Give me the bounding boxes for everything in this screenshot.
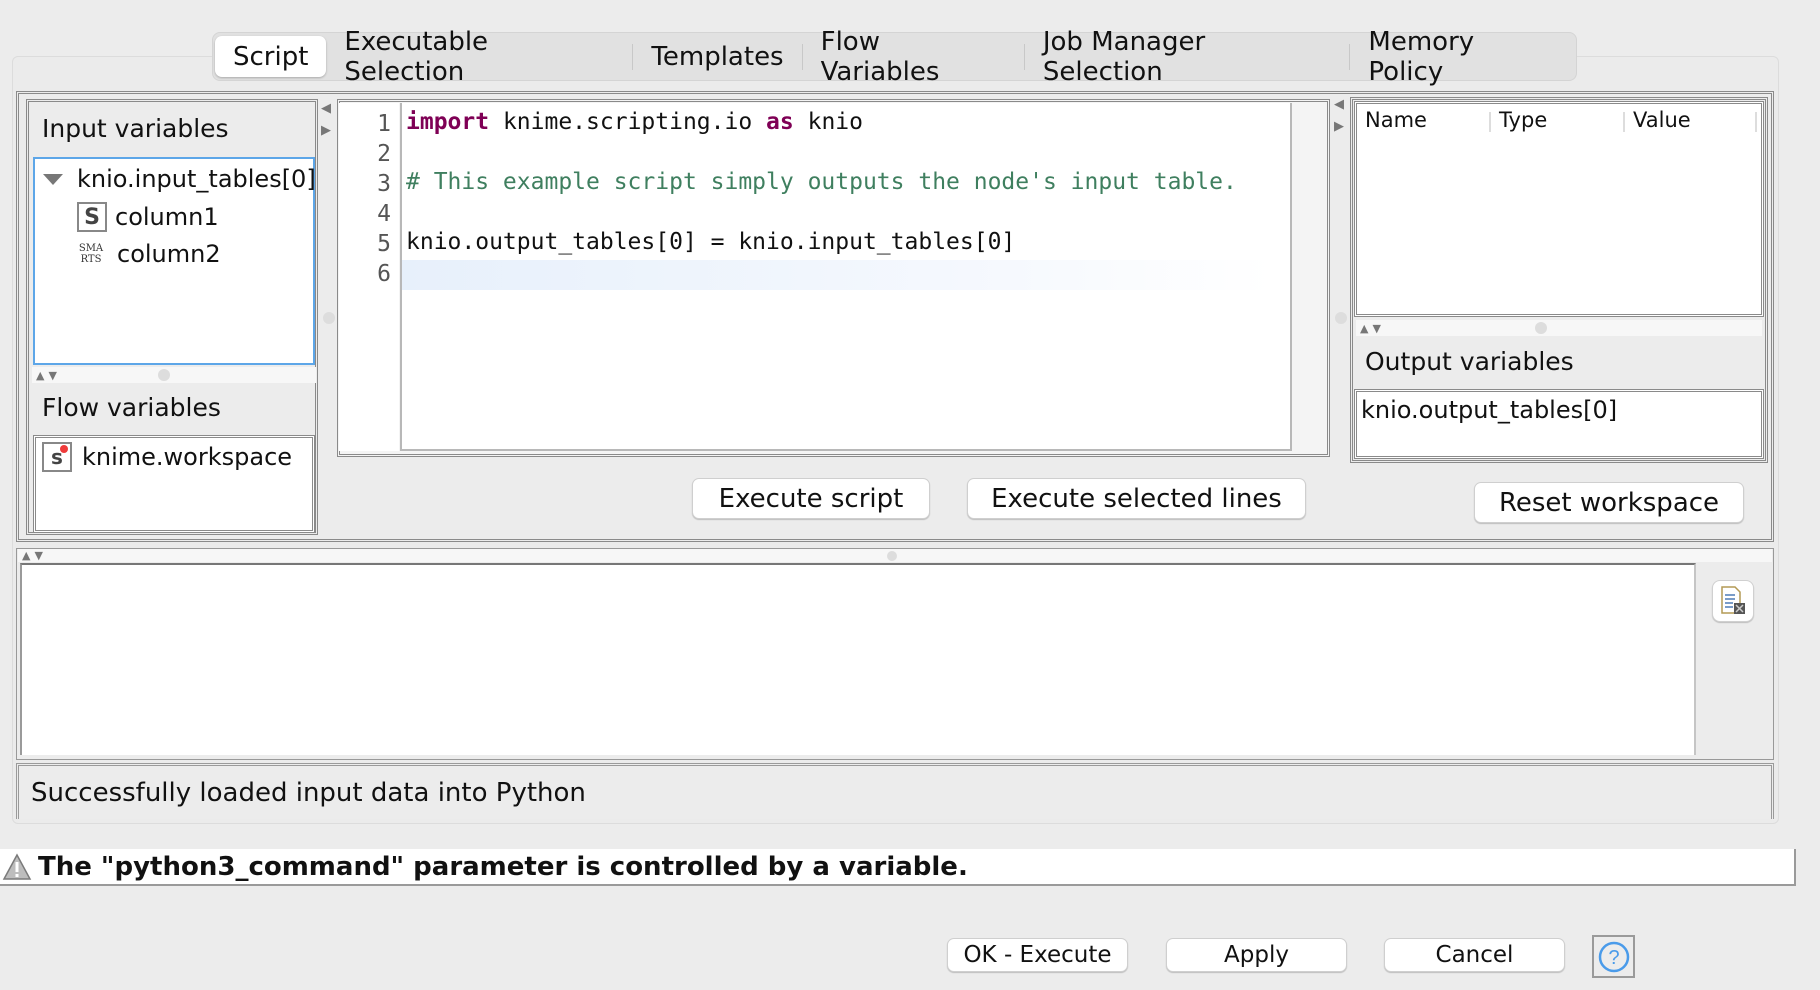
collapse-expand-arrows-icon[interactable]: ▲▼ — [22, 549, 47, 562]
arrow-right-icon[interactable]: ▶ — [321, 120, 331, 142]
string-column-icon: S — [77, 202, 107, 232]
smarts-icon-text-bottom: RTS — [80, 254, 102, 265]
code-comment: # This example script simply outputs the… — [406, 169, 1237, 195]
code-editor[interactable]: import knime.scripting.io as knio # This … — [400, 103, 1292, 451]
arrow-right-icon[interactable]: ▶ — [1334, 116, 1344, 138]
line-number: 3 — [377, 171, 391, 197]
left-divider-handle-icon[interactable] — [323, 312, 335, 324]
code-text: knime.scripting.io — [489, 109, 767, 135]
clear-console-icon — [1721, 586, 1745, 614]
status-message: Successfully loaded input data into Pyth… — [16, 763, 1774, 819]
column-divider[interactable] — [1623, 112, 1625, 132]
tree-node-label: knio.input_tables[0] — [77, 165, 316, 193]
tab-flow-variables[interactable]: Flow Variables — [803, 27, 1024, 87]
execute-selected-lines-button[interactable]: Execute selected lines — [967, 478, 1306, 519]
triangle-expanded-icon[interactable] — [43, 173, 63, 185]
flow-variable-item[interactable]: s knime.workspace — [42, 442, 292, 472]
string-flow-variable-icon: s — [42, 442, 72, 472]
smarts-icon-text-top: SMA — [78, 243, 104, 254]
output-variables-list[interactable]: knio.output_tables[0] — [1354, 389, 1764, 459]
reset-workspace-button[interactable]: Reset workspace — [1474, 482, 1744, 523]
code-keyword: import — [406, 109, 490, 135]
arrow-left-icon[interactable]: ◀ — [1334, 94, 1344, 116]
line-number: 5 — [377, 231, 391, 257]
tab-bar: Script Executable Selection Templates Fl… — [212, 27, 1577, 87]
splitter-handle-icon[interactable] — [1534, 322, 1547, 334]
tab-job-manager-selection[interactable]: Job Manager Selection — [1025, 27, 1350, 87]
flow-variable-label: knime.workspace — [82, 443, 293, 471]
line-number: 6 — [377, 261, 391, 287]
tree-node-column1[interactable]: S column1 — [77, 202, 219, 232]
tree-node-column2[interactable]: SMA RTS column2 — [75, 240, 221, 268]
input-variables-tree[interactable]: knio.input_tables[0] S column1 SMA RTS c… — [33, 157, 316, 365]
code-line[interactable]: knio.output_tables[0] = knio.input_table… — [406, 229, 1015, 255]
right-splitter[interactable]: ▲▼ — [1356, 320, 1762, 336]
code-line[interactable]: # This example script simply outputs the… — [406, 169, 1237, 195]
right-divider-arrows[interactable]: ◀ ▶ — [1334, 94, 1344, 138]
tree-node-input-table[interactable]: knio.input_tables[0] — [43, 165, 316, 193]
line-number: 1 — [377, 111, 391, 137]
help-icon-glyph: ? — [1608, 947, 1619, 969]
tab-memory-policy[interactable]: Memory Policy — [1350, 27, 1574, 87]
line-number: 4 — [377, 201, 391, 227]
help-button[interactable]: ? — [1592, 935, 1635, 978]
code-keyword: as — [766, 109, 794, 135]
tab-executable-selection[interactable]: Executable Selection — [326, 27, 632, 87]
line-number: 2 — [377, 141, 391, 167]
smarts-column-icon: SMA RTS — [75, 243, 107, 265]
console-splitter[interactable]: ▲▼ — [18, 549, 1772, 562]
right-divider-handle-icon[interactable] — [1335, 312, 1347, 324]
clear-console-button[interactable] — [1712, 580, 1754, 622]
console-output[interactable] — [20, 563, 1696, 755]
current-line-highlight — [402, 260, 1272, 290]
tree-node-label: column1 — [115, 203, 219, 231]
column-header-type[interactable]: Type — [1499, 108, 1547, 132]
input-variables-label: Input variables — [42, 114, 229, 143]
tab-script[interactable]: Script — [215, 36, 327, 77]
left-splitter[interactable]: ▲▼ — [32, 367, 316, 383]
code-line[interactable]: import knime.scripting.io as knio — [406, 109, 863, 135]
collapse-expand-arrows-icon[interactable]: ▲▼ — [36, 369, 61, 382]
flow-variables-list[interactable]: s knime.workspace — [33, 435, 315, 533]
code-text: knio.output_tables[0] = knio.input_table… — [406, 229, 1016, 255]
splitter-handle-icon[interactable] — [886, 550, 897, 561]
arrow-left-icon[interactable]: ◀ — [321, 98, 331, 120]
collapse-expand-arrows-icon[interactable]: ▲▼ — [1360, 322, 1385, 335]
column-header-value[interactable]: Value — [1633, 108, 1691, 132]
output-variables-label: Output variables — [1365, 347, 1574, 376]
tab-templates[interactable]: Templates — [633, 36, 801, 77]
red-dot-icon — [60, 445, 68, 453]
workspace-variables-table[interactable]: Name Type Value — [1354, 101, 1764, 317]
column-header-name[interactable]: Name — [1365, 108, 1427, 132]
warning-bar: The "python3_command" parameter is contr… — [0, 849, 1796, 886]
tree-node-label: column2 — [117, 240, 221, 268]
splitter-handle-icon[interactable] — [157, 369, 170, 381]
cancel-button[interactable]: Cancel — [1384, 938, 1565, 972]
help-icon: ? — [1598, 941, 1629, 972]
line-number-gutter: 1 2 3 4 5 6 — [339, 103, 399, 451]
execute-script-button[interactable]: Execute script — [692, 478, 930, 519]
left-divider-arrows[interactable]: ◀ ▶ — [321, 98, 331, 142]
column-divider[interactable] — [1489, 112, 1491, 132]
output-variable-item[interactable]: knio.output_tables[0] — [1361, 396, 1617, 424]
flow-variables-label: Flow variables — [42, 393, 221, 422]
apply-button[interactable]: Apply — [1166, 938, 1347, 972]
code-text: knio — [793, 109, 863, 135]
warning-icon — [2, 852, 32, 880]
column-divider[interactable] — [1755, 112, 1757, 132]
warning-message: The "python3_command" parameter is contr… — [38, 851, 968, 882]
ok-execute-button[interactable]: OK - Execute — [947, 938, 1128, 972]
